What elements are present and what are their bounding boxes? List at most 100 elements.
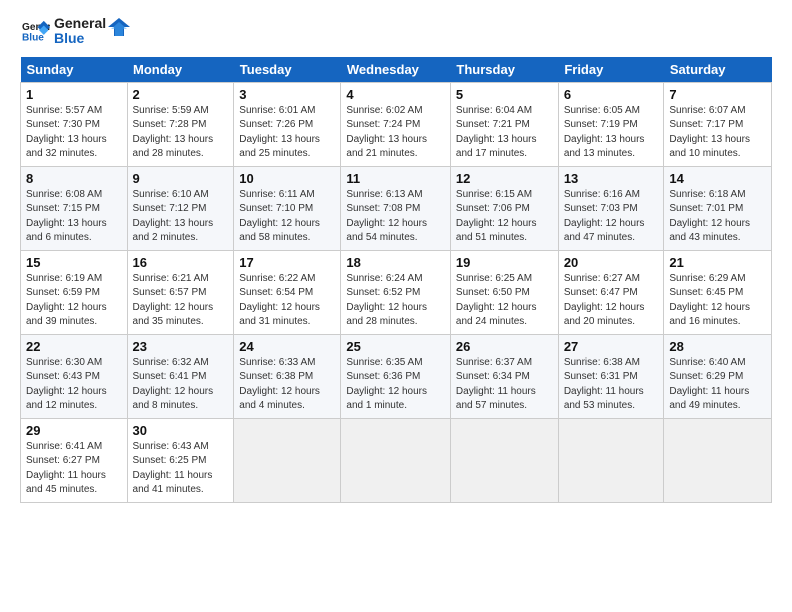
day-cell: 22 Sunrise: 6:30 AMSunset: 6:43 PMDayligh…	[21, 334, 128, 418]
svg-text:Blue: Blue	[22, 33, 44, 44]
day-cell: 25 Sunrise: 6:35 AMSunset: 6:36 PMDayligh…	[341, 334, 451, 418]
day-cell	[450, 418, 558, 502]
day-cell: 9 Sunrise: 6:10 AMSunset: 7:12 PMDaylight…	[127, 166, 234, 250]
day-cell	[234, 418, 341, 502]
weekday-header-sunday: Sunday	[21, 57, 128, 83]
day-cell	[558, 418, 664, 502]
page: General Blue General Blue Sun	[0, 0, 792, 513]
general-blue-icon: General Blue	[22, 19, 50, 43]
week-row-2: 8 Sunrise: 6:08 AMSunset: 7:15 PMDaylight…	[21, 166, 772, 250]
day-number: 10	[239, 171, 335, 186]
day-info: Sunrise: 5:57 AMSunset: 7:30 PMDaylight:…	[26, 104, 122, 162]
day-number: 30	[133, 423, 229, 438]
day-info: Sunrise: 6:18 AMSunset: 7:01 PMDaylight:…	[669, 188, 766, 246]
day-number: 16	[133, 255, 229, 270]
day-cell: 16 Sunrise: 6:21 AMSunset: 6:57 PMDayligh…	[127, 250, 234, 334]
day-info: Sunrise: 6:40 AMSunset: 6:29 PMDaylight:…	[669, 356, 766, 414]
day-info: Sunrise: 6:29 AMSunset: 6:45 PMDaylight:…	[669, 272, 766, 330]
day-number: 12	[456, 171, 553, 186]
day-info: Sunrise: 6:04 AMSunset: 7:21 PMDaylight:…	[456, 104, 553, 162]
day-cell: 2Sunrise: 5:59 AMSunset: 7:28 PMDaylight…	[127, 82, 234, 166]
day-cell: 24Sunrise: 6:33 AMSunset: 6:38 PMDayligh…	[234, 334, 341, 418]
day-number: 23	[133, 339, 229, 354]
day-info: Sunrise: 6:22 AMSunset: 6:54 PMDaylight:…	[239, 272, 335, 330]
day-cell: 20 Sunrise: 6:27 AMSunset: 6:47 PMDayligh…	[558, 250, 664, 334]
day-number: 28	[669, 339, 766, 354]
weekday-header-monday: Monday	[127, 57, 234, 83]
day-cell: 1 Sunrise: 5:57 AMSunset: 7:30 PMDaylight…	[21, 82, 128, 166]
week-row-5: 29 Sunrise: 6:41 AMSunset: 6:27 PMDayligh…	[21, 418, 772, 502]
day-number: 24	[239, 339, 335, 354]
logo: General Blue General Blue	[20, 16, 130, 47]
day-info: Sunrise: 6:19 AMSunset: 6:59 PMDaylight:…	[26, 272, 122, 330]
day-number: 14	[669, 171, 766, 186]
day-cell: 26 Sunrise: 6:37 AMSunset: 6:34 PMDayligh…	[450, 334, 558, 418]
day-cell: 27 Sunrise: 6:38 AMSunset: 6:31 PMDayligh…	[558, 334, 664, 418]
day-cell	[664, 418, 772, 502]
day-info: Sunrise: 6:07 AMSunset: 7:17 PMDaylight:…	[669, 104, 766, 162]
day-number: 29	[26, 423, 122, 438]
day-info: Sunrise: 6:25 AMSunset: 6:50 PMDaylight:…	[456, 272, 553, 330]
day-number: 19	[456, 255, 553, 270]
day-info: Sunrise: 6:38 AMSunset: 6:31 PMDaylight:…	[564, 356, 659, 414]
day-number: 9	[133, 171, 229, 186]
day-info: Sunrise: 6:11 AMSunset: 7:10 PMDaylight:…	[239, 188, 335, 246]
day-number: 8	[26, 171, 122, 186]
day-info: Sunrise: 6:35 AMSunset: 6:36 PMDaylight:…	[346, 356, 445, 414]
day-number: 1	[26, 87, 122, 102]
day-cell: 8 Sunrise: 6:08 AMSunset: 7:15 PMDaylight…	[21, 166, 128, 250]
day-cell: 29 Sunrise: 6:41 AMSunset: 6:27 PMDayligh…	[21, 418, 128, 502]
day-cell: 28 Sunrise: 6:40 AMSunset: 6:29 PMDayligh…	[664, 334, 772, 418]
day-number: 7	[669, 87, 766, 102]
day-number: 25	[346, 339, 445, 354]
day-cell: 6 Sunrise: 6:05 AMSunset: 7:19 PMDaylight…	[558, 82, 664, 166]
day-cell: 4 Sunrise: 6:02 AMSunset: 7:24 PMDaylight…	[341, 82, 451, 166]
day-info: Sunrise: 6:10 AMSunset: 7:12 PMDaylight:…	[133, 188, 229, 246]
day-info: Sunrise: 6:05 AMSunset: 7:19 PMDaylight:…	[564, 104, 659, 162]
day-info: Sunrise: 6:13 AMSunset: 7:08 PMDaylight:…	[346, 188, 445, 246]
day-number: 26	[456, 339, 553, 354]
day-cell: 5 Sunrise: 6:04 AMSunset: 7:21 PMDaylight…	[450, 82, 558, 166]
day-number: 6	[564, 87, 659, 102]
day-cell: 23 Sunrise: 6:32 AMSunset: 6:41 PMDayligh…	[127, 334, 234, 418]
weekday-header-friday: Friday	[558, 57, 664, 83]
day-number: 11	[346, 171, 445, 186]
day-info: Sunrise: 6:15 AMSunset: 7:06 PMDaylight:…	[456, 188, 553, 246]
day-number: 5	[456, 87, 553, 102]
day-cell: 30 Sunrise: 6:43 AMSunset: 6:25 PMDayligh…	[127, 418, 234, 502]
day-info: Sunrise: 6:27 AMSunset: 6:47 PMDaylight:…	[564, 272, 659, 330]
day-info: Sunrise: 6:32 AMSunset: 6:41 PMDaylight:…	[133, 356, 229, 414]
day-number: 20	[564, 255, 659, 270]
day-info: Sunrise: 5:59 AMSunset: 7:28 PMDaylight:…	[133, 104, 229, 162]
day-cell: 12 Sunrise: 6:15 AMSunset: 7:06 PMDayligh…	[450, 166, 558, 250]
weekday-header-wednesday: Wednesday	[341, 57, 451, 83]
day-info: Sunrise: 6:37 AMSunset: 6:34 PMDaylight:…	[456, 356, 553, 414]
day-number: 4	[346, 87, 445, 102]
weekday-header-row: SundayMondayTuesdayWednesdayThursdayFrid…	[21, 57, 772, 83]
weekday-header-tuesday: Tuesday	[234, 57, 341, 83]
day-info: Sunrise: 6:41 AMSunset: 6:27 PMDaylight:…	[26, 440, 122, 498]
week-row-1: 1 Sunrise: 5:57 AMSunset: 7:30 PMDaylight…	[21, 82, 772, 166]
day-number: 21	[669, 255, 766, 270]
day-cell: 14 Sunrise: 6:18 AMSunset: 7:01 PMDayligh…	[664, 166, 772, 250]
day-cell: 3 Sunrise: 6:01 AMSunset: 7:26 PMDaylight…	[234, 82, 341, 166]
day-cell: 21 Sunrise: 6:29 AMSunset: 6:45 PMDayligh…	[664, 250, 772, 334]
day-info: Sunrise: 6:30 AMSunset: 6:43 PMDaylight:…	[26, 356, 122, 414]
day-info: Sunrise: 6:43 AMSunset: 6:25 PMDaylight:…	[133, 440, 229, 498]
day-number: 22	[26, 339, 122, 354]
header: General Blue General Blue	[20, 16, 772, 47]
day-cell: 13Sunrise: 6:16 AMSunset: 7:03 PMDayligh…	[558, 166, 664, 250]
day-number: 15	[26, 255, 122, 270]
day-info: Sunrise: 6:08 AMSunset: 7:15 PMDaylight:…	[26, 188, 122, 246]
day-number: 13	[564, 171, 659, 186]
day-number: 17	[239, 255, 335, 270]
day-number: 3	[239, 87, 335, 102]
day-number: 27	[564, 339, 659, 354]
day-info: Sunrise: 6:02 AMSunset: 7:24 PMDaylight:…	[346, 104, 445, 162]
day-info: Sunrise: 6:24 AMSunset: 6:52 PMDaylight:…	[346, 272, 445, 330]
day-cell: 7 Sunrise: 6:07 AMSunset: 7:17 PMDaylight…	[664, 82, 772, 166]
day-info: Sunrise: 6:21 AMSunset: 6:57 PMDaylight:…	[133, 272, 229, 330]
day-info: Sunrise: 6:01 AMSunset: 7:26 PMDaylight:…	[239, 104, 335, 162]
day-cell: 11 Sunrise: 6:13 AMSunset: 7:08 PMDayligh…	[341, 166, 451, 250]
week-row-3: 15 Sunrise: 6:19 AMSunset: 6:59 PMDayligh…	[21, 250, 772, 334]
